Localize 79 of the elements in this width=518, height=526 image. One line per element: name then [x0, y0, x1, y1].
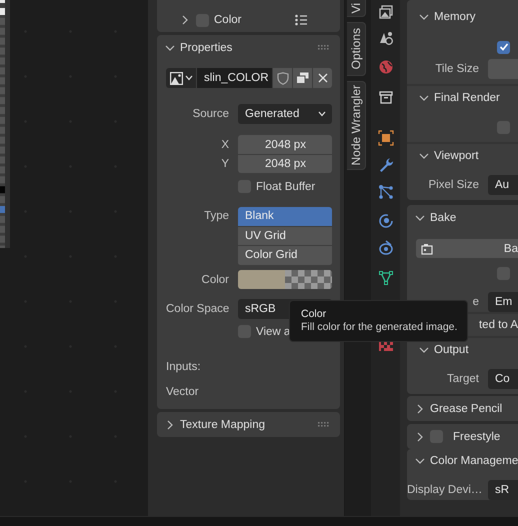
field-label: Target [446, 373, 480, 385]
socket-label: Vector [166, 386, 199, 398]
chevron-icon[interactable] [415, 404, 425, 414]
field-label: Y [220, 158, 230, 170]
field-label: Type [203, 209, 230, 224]
color-swatch[interactable] [238, 270, 332, 289]
field-label: Display Devi… [407, 484, 484, 496]
image-icon [170, 72, 182, 84]
checkbox-label: Float Buffer [256, 180, 316, 192]
chevron-icon[interactable] [415, 432, 425, 442]
chevron-icon[interactable] [419, 93, 429, 103]
subpanel-title[interactable]: Output [434, 344, 469, 356]
sidebar-tab[interactable]: Node Wrangler [347, 81, 366, 170]
subpanel-title[interactable]: ted to A [478, 319, 518, 331]
chevron-icon[interactable] [415, 456, 425, 466]
field-label: Color [200, 274, 230, 286]
chevron-icon[interactable] [419, 12, 429, 22]
image-browse-button[interactable] [166, 68, 196, 88]
field-label: Tile Size [434, 63, 480, 75]
type-option[interactable]: Color Grid [238, 246, 332, 266]
scene-icon[interactable] [378, 30, 394, 46]
source-dropdown[interactable]: Generated [238, 104, 332, 124]
dropdown[interactable]: Au [488, 175, 518, 195]
panel-title[interactable]: Bake [430, 212, 456, 224]
field-label: Pixel Size [428, 179, 480, 191]
tooltip-text: Fill color for the generated image. [301, 321, 458, 333]
field-label: Color Space [166, 303, 230, 315]
chevron-icon[interactable] [415, 213, 425, 223]
unlink-button[interactable] [313, 68, 332, 88]
box-icon[interactable] [378, 89, 394, 105]
number-field[interactable]: 2048 px [238, 135, 332, 154]
chevron-icon[interactable] [419, 345, 429, 355]
drag-handle-icon[interactable] [318, 45, 330, 51]
chevron-icon[interactable] [165, 43, 175, 53]
render-icon [421, 242, 433, 254]
number-field[interactable]: 2048 px [238, 154, 332, 173]
bake-button[interactable]: Ba [416, 239, 518, 258]
images-icon[interactable] [378, 4, 394, 20]
panel-title[interactable]: Properties [180, 42, 313, 54]
shield-icon [276, 72, 288, 84]
duplicate-icon [296, 72, 309, 84]
constraint-icon[interactable] [378, 240, 394, 256]
chevron-icon[interactable] [419, 151, 429, 161]
fake-user-button[interactable] [273, 68, 292, 88]
panel-title[interactable]: Color Manageme [430, 454, 518, 466]
tooltip-title: Color [301, 308, 328, 320]
subpanel-title[interactable]: Final Render [434, 92, 500, 104]
orbit-icon[interactable] [378, 213, 394, 229]
sidebar-tab[interactable]: Options [347, 22, 366, 76]
type-option[interactable]: UV Grid [238, 226, 332, 246]
checkbox[interactable] [497, 120, 510, 134]
image-name-field[interactable]: slin_COLOR [197, 68, 272, 88]
dropdown[interactable]: Co [488, 369, 518, 389]
dropdown[interactable]: Em [488, 292, 518, 312]
object-icon[interactable] [378, 130, 394, 146]
dropdown[interactable]: sR [488, 480, 518, 500]
wrench-icon[interactable] [378, 157, 394, 173]
caret-icon [318, 111, 326, 117]
checkbox[interactable] [497, 266, 510, 280]
chevron-icon[interactable] [180, 15, 190, 25]
sidebar-tab[interactable]: Vi [347, 0, 366, 17]
chevron-icon[interactable] [165, 420, 175, 430]
type-option[interactable]: Blank [238, 207, 332, 226]
particles-icon[interactable] [378, 184, 394, 200]
subpanel-title[interactable]: Color [214, 14, 295, 26]
subpanel-title[interactable]: Viewport [434, 150, 479, 162]
list-icon[interactable] [295, 14, 307, 26]
close-icon [318, 73, 328, 83]
drag-handle-icon[interactable] [318, 422, 330, 428]
globe-icon[interactable] [378, 59, 394, 75]
duplicate-button[interactable] [293, 68, 312, 88]
field-label: X [220, 138, 230, 150]
field-label: e [472, 296, 480, 308]
mesh-icon[interactable] [378, 270, 394, 286]
caret-icon [184, 75, 192, 81]
checkbox[interactable] [497, 40, 510, 54]
field-label: Source [192, 108, 230, 120]
subpanel-title[interactable]: Memory [434, 11, 476, 23]
section-label: Inputs: [166, 361, 201, 373]
